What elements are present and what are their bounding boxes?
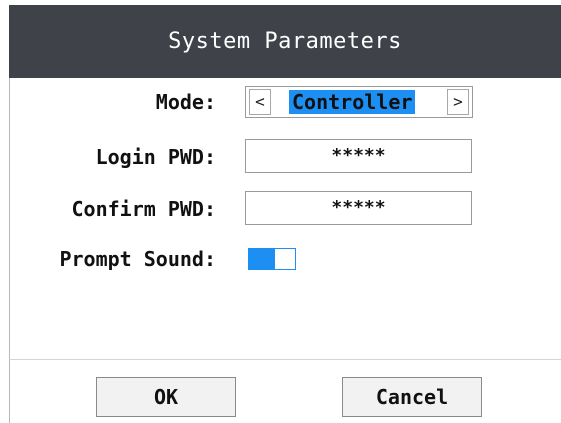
toggle-on-indicator xyxy=(249,249,275,269)
chevron-right-icon: > xyxy=(453,92,463,111)
dialog-left-border xyxy=(9,78,10,423)
mode-prev-button[interactable]: < xyxy=(249,89,271,115)
prompt-sound-label: Prompt Sound: xyxy=(59,247,216,271)
prompt-sound-toggle[interactable] xyxy=(248,248,296,270)
footer-divider xyxy=(9,359,561,360)
dialog-title: System Parameters xyxy=(168,29,402,54)
mode-next-button[interactable]: > xyxy=(447,89,469,115)
title-bar: System Parameters xyxy=(9,5,561,78)
chevron-left-icon: < xyxy=(255,92,265,111)
mode-label: Mode: xyxy=(155,90,216,114)
ok-button[interactable]: OK xyxy=(96,377,236,417)
cancel-button[interactable]: Cancel xyxy=(342,377,482,417)
system-parameters-dialog: System Parameters Mode: < Controller > L… xyxy=(0,0,561,423)
mode-value[interactable]: Controller xyxy=(289,90,416,114)
confirm-pwd-label: Confirm PWD: xyxy=(71,197,217,221)
login-pwd-label: Login PWD: xyxy=(95,145,216,169)
confirm-pwd-field[interactable]: ***** xyxy=(245,191,472,225)
login-pwd-field[interactable]: ***** xyxy=(245,139,472,173)
mode-selector[interactable]: < Controller > xyxy=(245,86,473,118)
